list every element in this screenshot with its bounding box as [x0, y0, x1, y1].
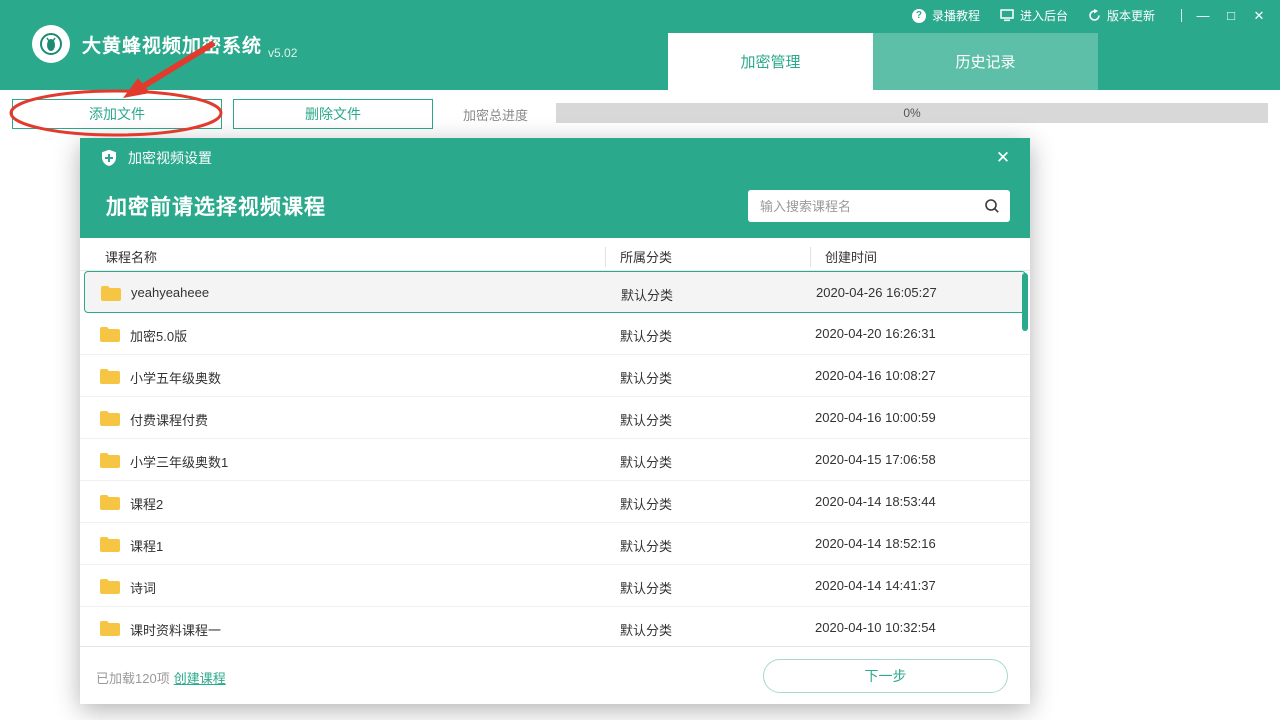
folder-icon: [100, 326, 120, 345]
link-tutorial[interactable]: ? 录播教程: [912, 7, 980, 24]
course-created-time: 2020-04-14 18:53:44: [815, 494, 936, 509]
course-category: 默认分类: [620, 536, 672, 555]
dialog-footer: 已加载120项创建课程 下一步: [80, 646, 1030, 704]
progress-label: 加密总进度: [463, 105, 528, 124]
tab-history[interactable]: 历史记录: [873, 33, 1098, 90]
course-name: 付费课程付费: [130, 410, 208, 429]
delete-file-button[interactable]: 删除文件: [233, 99, 433, 129]
course-name: yeahyeaheee: [131, 285, 209, 300]
next-step-button[interactable]: 下一步: [763, 659, 1008, 693]
course-category: 默认分类: [620, 494, 672, 513]
create-course-link[interactable]: 创建课程: [174, 671, 226, 686]
app-window: 大黄蜂视频加密系统 v5.02 ? 录播教程 进入后台: [0, 0, 1280, 720]
app-logo-icon: [32, 25, 70, 63]
course-table-header: 课程名称 所属分类 创建时间: [80, 238, 1030, 271]
column-created-time: 创建时间: [825, 247, 877, 266]
dialog-title: 加密视频设置: [128, 148, 212, 168]
app-title: 大黄蜂视频加密系统: [82, 31, 262, 58]
progress-percent: 0%: [556, 103, 1268, 123]
course-name: 课时资料课程一: [130, 620, 221, 639]
folder-icon: [100, 536, 120, 555]
tab-encrypt-manage[interactable]: 加密管理: [668, 33, 873, 90]
course-category: 默认分类: [620, 326, 672, 345]
course-search: [748, 190, 1010, 222]
course-created-time: 2020-04-14 18:52:16: [815, 536, 936, 551]
monitor-icon: [1000, 9, 1014, 22]
folder-icon: [100, 620, 120, 639]
window-controls-divider: [1181, 9, 1182, 22]
course-category: 默认分类: [620, 368, 672, 387]
encrypt-progress-bar: 0%: [556, 103, 1268, 123]
app-header: 大黄蜂视频加密系统 v5.02 ? 录播教程 进入后台: [0, 0, 1280, 90]
course-category: 默认分类: [620, 410, 672, 429]
refresh-icon: [1088, 9, 1101, 22]
course-category: 默认分类: [620, 620, 672, 639]
course-table-body: yeahyeaheee 默认分类 2020-04-26 16:05:27 加密5…: [80, 271, 1030, 646]
folder-icon: [100, 494, 120, 513]
add-file-button[interactable]: 添加文件: [12, 99, 222, 129]
link-backend[interactable]: 进入后台: [1000, 7, 1068, 24]
course-created-time: 2020-04-15 17:06:58: [815, 452, 936, 467]
dialog-titlebar: 加密视频设置: [80, 138, 1030, 178]
course-category: 默认分类: [620, 578, 672, 597]
course-name: 课程1: [130, 536, 163, 555]
course-row[interactable]: 课时资料课程一 默认分类 2020-04-10 10:32:54: [80, 607, 1030, 646]
course-row[interactable]: 付费课程付费 默认分类 2020-04-16 10:00:59: [80, 397, 1030, 439]
app-version: v5.02: [268, 46, 297, 63]
encrypt-settings-dialog: 加密视频设置 ✕ 加密前请选择视频课程 课程名称 所属分类 创建时间: [80, 138, 1030, 704]
course-created-time: 2020-04-26 16:05:27: [816, 285, 937, 300]
toolbar: 添加文件 删除文件 加密总进度 0%: [0, 90, 1280, 136]
minimize-button[interactable]: —: [1196, 8, 1210, 23]
link-backend-label: 进入后台: [1020, 7, 1068, 24]
close-button[interactable]: ✕: [1252, 8, 1266, 24]
column-divider: [810, 247, 811, 267]
course-created-time: 2020-04-16 10:00:59: [815, 410, 936, 425]
column-category: 所属分类: [620, 247, 672, 266]
course-name: 加密5.0版: [130, 326, 187, 345]
course-created-time: 2020-04-16 10:08:27: [815, 368, 936, 383]
course-category: 默认分类: [620, 452, 672, 471]
dialog-heading: 加密前请选择视频课程: [106, 191, 326, 221]
course-created-time: 2020-04-10 10:32:54: [815, 620, 936, 635]
link-tutorial-label: 录播教程: [932, 7, 980, 24]
folder-icon: [100, 368, 120, 387]
folder-icon: [100, 578, 120, 597]
course-name: 课程2: [130, 494, 163, 513]
brand: 大黄蜂视频加密系统 v5.02: [32, 25, 297, 63]
course-row[interactable]: 小学三年级奥数1 默认分类 2020-04-15 17:06:58: [80, 439, 1030, 481]
course-row[interactable]: 课程2 默认分类 2020-04-14 18:53:44: [80, 481, 1030, 523]
link-update[interactable]: 版本更新: [1088, 7, 1155, 24]
window-controls: — □ ✕: [1181, 8, 1266, 24]
column-course-name: 课程名称: [105, 247, 157, 266]
course-name: 诗词: [130, 578, 156, 597]
folder-icon: [100, 452, 120, 471]
loaded-count: 已加载120项创建课程: [96, 668, 226, 687]
help-icon: ?: [912, 9, 926, 23]
course-name: 小学三年级奥数1: [130, 452, 228, 471]
table-scrollbar: [1022, 271, 1028, 646]
course-row[interactable]: 加密5.0版 默认分类 2020-04-20 16:26:31: [80, 313, 1030, 355]
search-icon[interactable]: [984, 198, 1000, 214]
course-category: 默认分类: [621, 285, 673, 304]
dialog-header: 加密视频设置 ✕ 加密前请选择视频课程: [80, 138, 1030, 238]
link-update-label: 版本更新: [1107, 7, 1155, 24]
maximize-button[interactable]: □: [1224, 8, 1238, 23]
header-links: ? 录播教程 进入后台 版本更新: [912, 7, 1266, 24]
loaded-count-text: 已加载120项: [96, 671, 170, 686]
folder-icon: [100, 410, 120, 429]
course-search-input[interactable]: [748, 190, 984, 222]
course-row[interactable]: yeahyeaheee 默认分类 2020-04-26 16:05:27: [84, 271, 1026, 313]
course-name: 小学五年级奥数: [130, 368, 221, 387]
scrollbar-thumb[interactable]: [1022, 273, 1028, 331]
shield-plus-icon: [100, 149, 118, 167]
column-divider: [605, 247, 606, 267]
main-tabs: 加密管理 历史记录: [668, 33, 1098, 90]
course-created-time: 2020-04-14 14:41:37: [815, 578, 936, 593]
course-row[interactable]: 诗词 默认分类 2020-04-14 14:41:37: [80, 565, 1030, 607]
course-created-time: 2020-04-20 16:26:31: [815, 326, 936, 341]
course-row[interactable]: 小学五年级奥数 默认分类 2020-04-16 10:08:27: [80, 355, 1030, 397]
folder-icon: [101, 285, 121, 304]
dialog-close-icon[interactable]: ✕: [990, 145, 1016, 171]
course-row[interactable]: 课程1 默认分类 2020-04-14 18:52:16: [80, 523, 1030, 565]
